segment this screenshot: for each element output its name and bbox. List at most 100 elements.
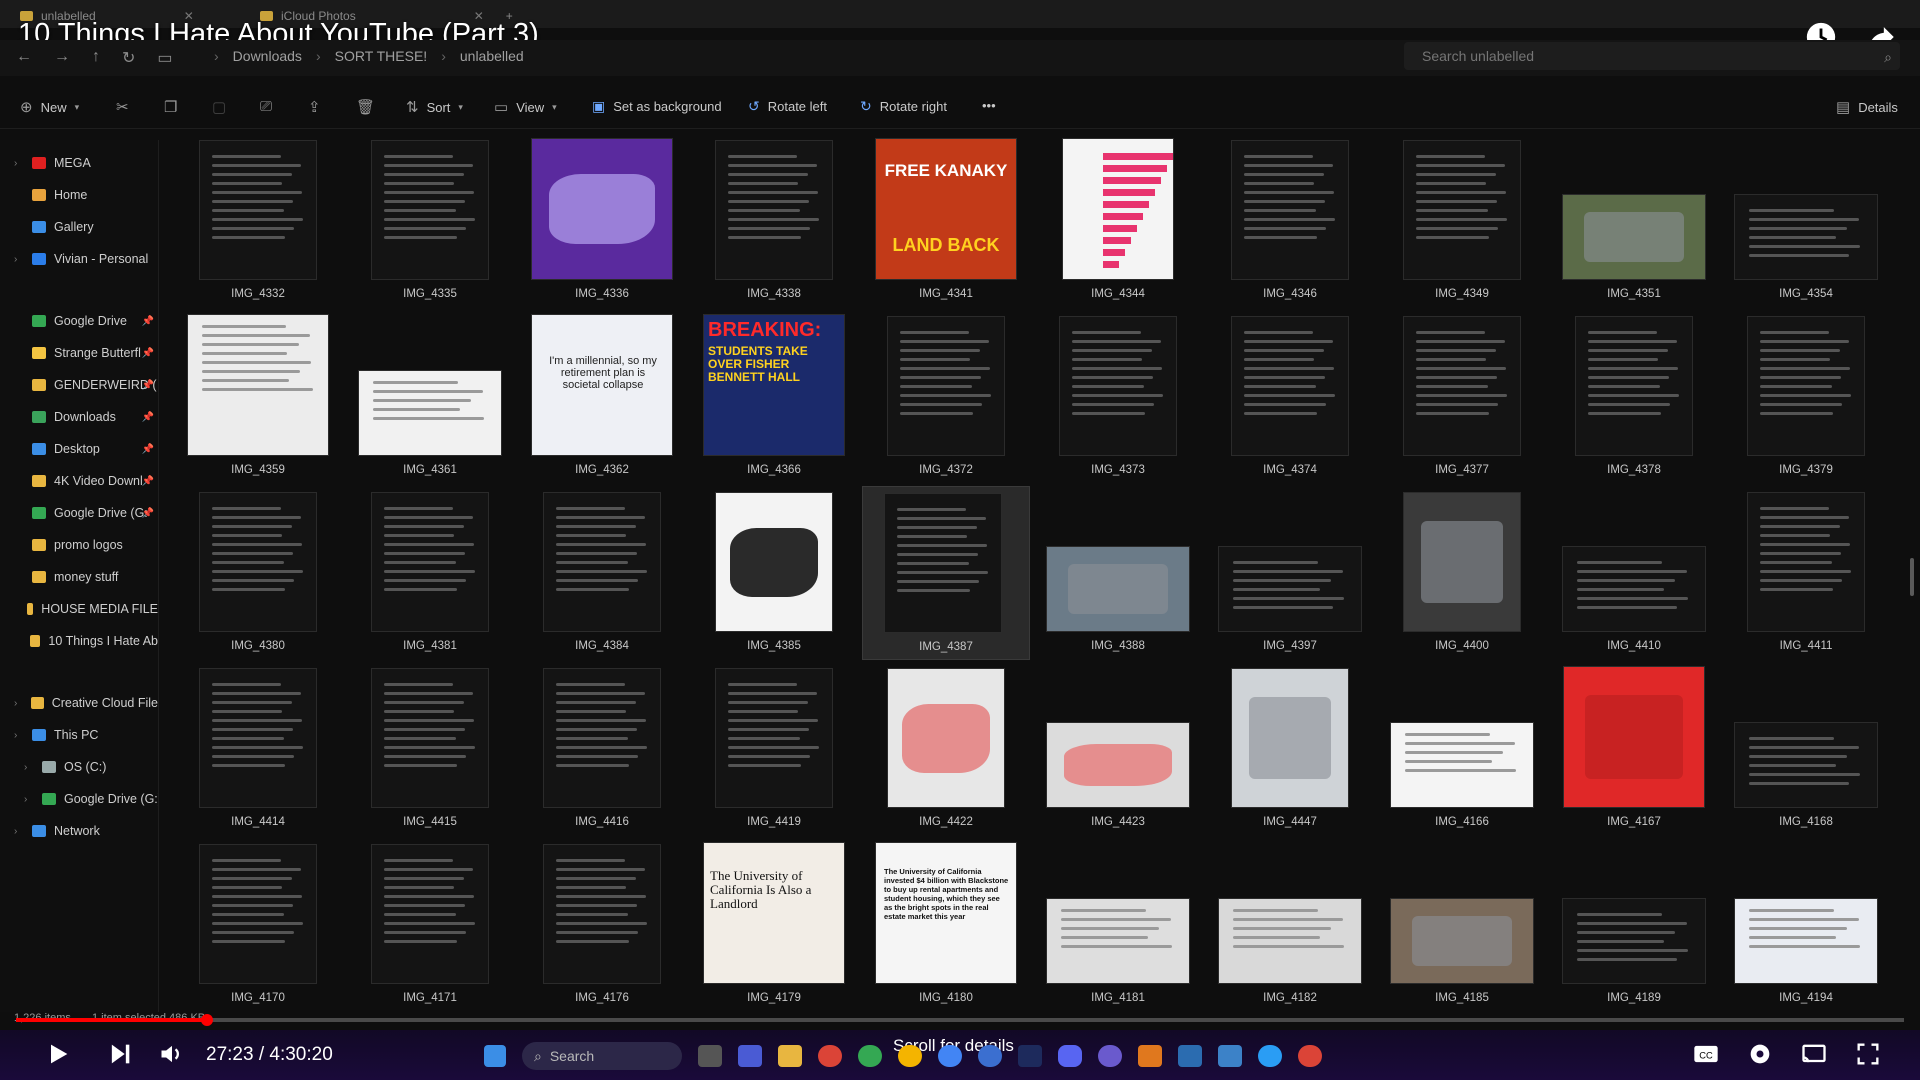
sidebar-item[interactable]: › Vivian - Personal	[14, 252, 158, 266]
sidebar-item[interactable]: promo logos	[14, 538, 158, 552]
file-item[interactable]: IMG_4168	[1726, 662, 1886, 832]
sidebar-item[interactable]: Gallery	[14, 220, 158, 234]
sidebar-item[interactable]: 10 Things I Hate Ab	[14, 634, 158, 648]
chevron-right-icon[interactable]: ›	[14, 730, 24, 741]
file-item[interactable]: IMG_4349	[1382, 134, 1542, 304]
file-item[interactable]: IMG_4166	[1382, 662, 1542, 832]
file-item[interactable]: The University of California Is Also a L…	[694, 838, 854, 1008]
next-icon[interactable]	[106, 1040, 134, 1073]
word-icon[interactable]	[1178, 1045, 1202, 1067]
file-item[interactable]: IMG_4380	[178, 486, 338, 656]
file-item[interactable]: IMG_4388	[1038, 486, 1198, 656]
file-item[interactable]: IMG_4359	[178, 310, 338, 480]
search-input[interactable]	[1404, 42, 1900, 70]
video-progress-bar[interactable]	[16, 1014, 1904, 1026]
sidebar-item[interactable]: Google Drive 📌	[14, 314, 158, 328]
sidebar-item[interactable]: › Creative Cloud File	[14, 696, 158, 710]
sidebar-item[interactable]: Desktop 📌	[14, 442, 158, 456]
file-item[interactable]: IMG_4414	[178, 662, 338, 832]
forward-icon[interactable]: →	[54, 48, 70, 68]
notepad-icon[interactable]	[1218, 1045, 1242, 1067]
taskbar-search[interactable]: ⌕ Search	[522, 1042, 682, 1070]
file-item[interactable]: IMG_4381	[350, 486, 510, 656]
file-item[interactable]: IMG_4415	[350, 662, 510, 832]
breadcrumb-unlabelled[interactable]: unlabelled	[460, 48, 524, 64]
file-item[interactable]: FREE KANAKY LAND BACK IMG_4341	[866, 134, 1026, 304]
chevron-right-icon[interactable]: ›	[24, 762, 34, 773]
sidebar-item[interactable]: 4K Video Downl 📌	[14, 474, 158, 488]
new-button[interactable]: ⊕ New ▾	[20, 98, 79, 116]
file-item[interactable]: IMG_4336	[522, 134, 682, 304]
monitor-icon[interactable]: ▭	[157, 48, 172, 68]
file-item[interactable]: IMG_4410	[1554, 486, 1714, 656]
file-item[interactable]: IMG_4332	[178, 134, 338, 304]
file-item[interactable]: IMG_4384	[522, 486, 682, 656]
chevron-right-icon[interactable]: ›	[14, 826, 24, 837]
file-item[interactable]: I'm a millennial, so my retirement plan …	[522, 310, 682, 480]
file-item[interactable]: IMG_4373	[1038, 310, 1198, 480]
file-item[interactable]: IMG_4176	[522, 838, 682, 1008]
view-button[interactable]: ▭ View ▾	[494, 98, 557, 116]
breadcrumb-downloads[interactable]: Downloads	[233, 48, 302, 64]
file-item[interactable]: IMG_4374	[1210, 310, 1370, 480]
file-explorer-icon[interactable]	[778, 1045, 802, 1067]
file-item[interactable]: IMG_4185	[1382, 838, 1542, 1008]
file-item[interactable]: IMG_4335	[350, 134, 510, 304]
sidebar-item[interactable]: Downloads 📌	[14, 410, 158, 424]
sidebar-item[interactable]: › This PC	[14, 728, 158, 742]
file-item[interactable]: IMG_4351	[1554, 134, 1714, 304]
refresh-icon[interactable]: ↻	[122, 48, 135, 68]
share-button[interactable]: ⇪	[308, 98, 321, 116]
file-item[interactable]: IMG_4385	[694, 486, 854, 656]
video-scrubber-handle[interactable]	[200, 1014, 213, 1026]
app-icon[interactable]	[1258, 1045, 1282, 1067]
file-item[interactable]: IMG_4167	[1554, 662, 1714, 832]
chevron-right-icon[interactable]: ›	[14, 254, 24, 265]
sidebar-item[interactable]: › Network	[14, 824, 158, 838]
file-item[interactable]: IMG_4400	[1382, 486, 1542, 656]
details-button[interactable]: ▤ Details	[1836, 98, 1898, 116]
file-item[interactable]: IMG_4354	[1726, 134, 1886, 304]
closed-captions-icon[interactable]: CC	[1692, 1040, 1720, 1073]
file-item[interactable]: IMG_4379	[1726, 310, 1886, 480]
delete-button[interactable]: 🗑	[356, 98, 375, 116]
chevron-right-icon[interactable]: ›	[14, 158, 24, 169]
windows-start-icon[interactable]	[484, 1045, 506, 1067]
fullscreen-icon[interactable]	[1854, 1040, 1882, 1073]
sidebar-item[interactable]: HOUSE MEDIA FILE	[14, 602, 158, 616]
file-item[interactable]: IMG_4377	[1382, 310, 1542, 480]
settings-gear-icon[interactable]	[1746, 1040, 1774, 1073]
teams-icon[interactable]	[738, 1045, 762, 1067]
sidebar-item[interactable]: › MEGA	[14, 156, 158, 170]
vertical-scrollbar[interactable]	[1910, 558, 1914, 596]
cast-icon[interactable]	[1800, 1040, 1828, 1073]
file-item[interactable]: IMG_4423	[1038, 662, 1198, 832]
set-background-button[interactable]: ▣ Set as background	[592, 98, 722, 115]
app-icon[interactable]	[1098, 1045, 1122, 1067]
app-icon[interactable]	[978, 1045, 1002, 1067]
sidebar-item[interactable]: money stuff	[14, 570, 158, 584]
rotate-right-button[interactable]: ↻ Rotate right	[860, 98, 947, 115]
paste-button[interactable]: ▢	[212, 98, 226, 116]
file-item[interactable]: IMG_4378	[1554, 310, 1714, 480]
sidebar-item[interactable]: GENDERWEIRD (📌	[14, 378, 158, 392]
sidebar-item[interactable]: › Google Drive (G:)	[24, 792, 158, 806]
sidebar-item[interactable]: › OS (C:)	[24, 760, 158, 774]
sidebar-item[interactable]: Home	[14, 188, 158, 202]
sort-button[interactable]: ⇅ Sort ▾	[406, 98, 463, 116]
chevron-right-icon[interactable]: ›	[24, 794, 34, 805]
file-item[interactable]: IMG_4447	[1210, 662, 1370, 832]
file-item[interactable]: IMG_4170	[178, 838, 338, 1008]
task-view-icon[interactable]	[698, 1045, 722, 1067]
chrome-alt-icon[interactable]	[898, 1045, 922, 1067]
file-item[interactable]: IMG_4387	[862, 486, 1030, 660]
file-item[interactable]: The University of California invested $4…	[866, 838, 1026, 1008]
file-item[interactable]: BREAKING: STUDENTS TAKE OVER FISHER BENNE…	[694, 310, 854, 480]
file-item[interactable]: IMG_4422	[866, 662, 1026, 832]
volume-icon[interactable]	[158, 1040, 186, 1073]
sidebar-item[interactable]: Strange Butterfl 📌	[14, 346, 158, 360]
breadcrumb-sort-these[interactable]: SORT THESE!	[335, 48, 428, 64]
file-item[interactable]: IMG_4397	[1210, 486, 1370, 656]
file-item[interactable]: IMG_4346	[1210, 134, 1370, 304]
file-item[interactable]: IMG_4361	[350, 310, 510, 480]
